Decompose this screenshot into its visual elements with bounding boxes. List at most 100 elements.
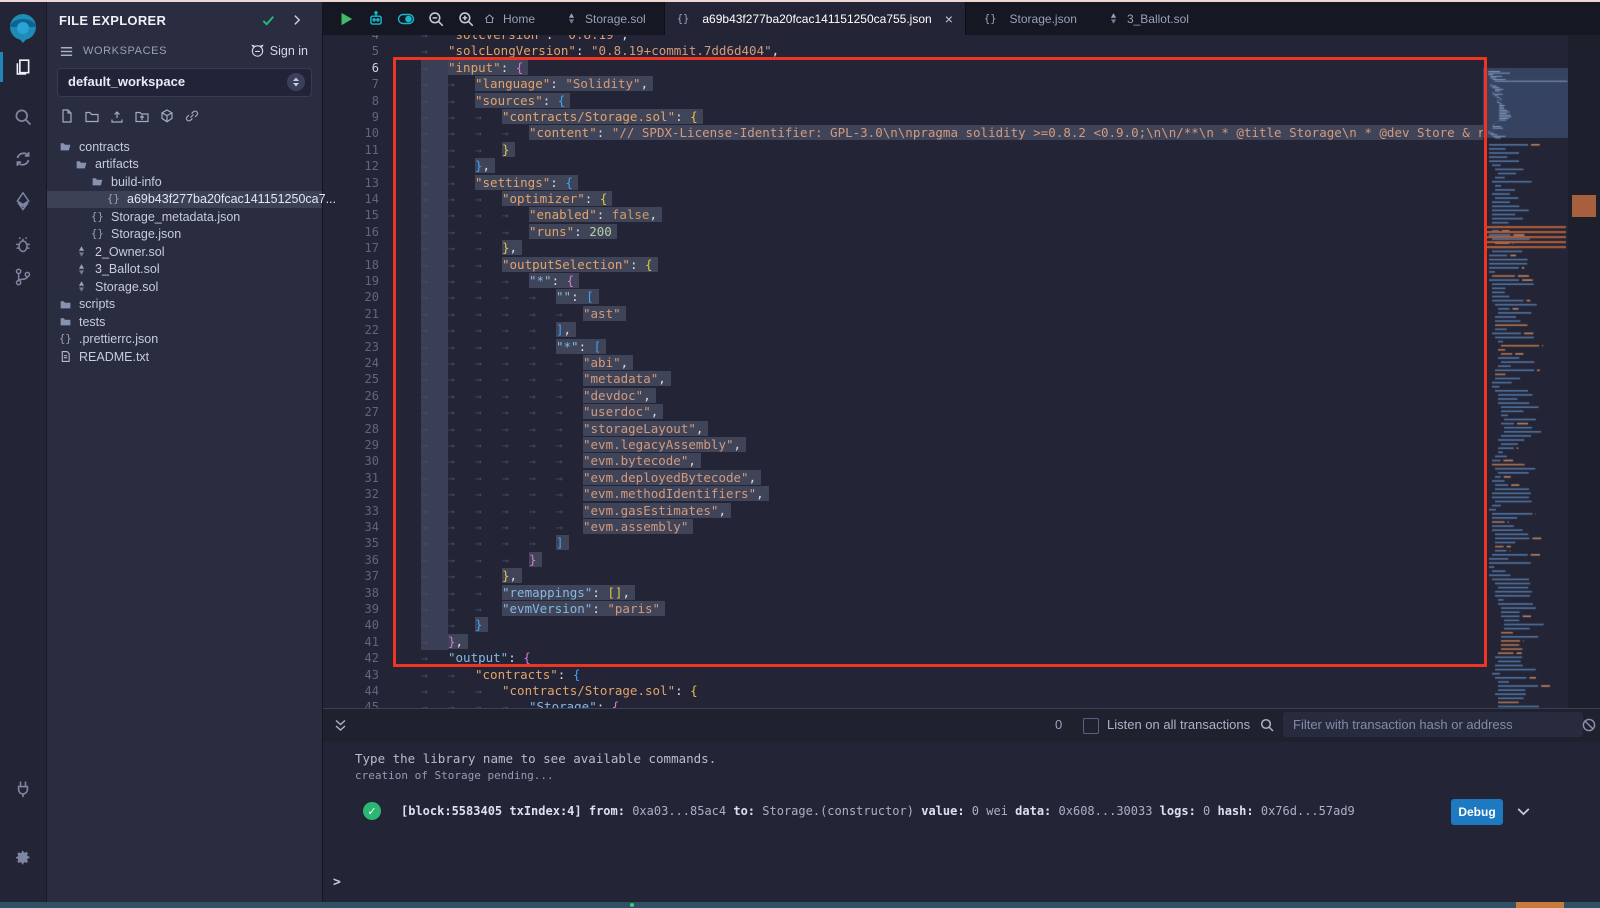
listen-all-transactions-checkbox[interactable] — [1083, 718, 1099, 734]
tab-whitespace-arrow: → — [529, 356, 556, 372]
tx-summary-text: [block:5583405 txIndex:4] from: 0xa03...… — [401, 804, 1355, 818]
tab-whitespace-arrow: → — [421, 372, 448, 388]
tree-item-tests[interactable]: tests — [47, 313, 322, 331]
tab-whitespace-arrow: → — [448, 126, 475, 142]
tab-whitespace-arrow: → — [421, 389, 448, 405]
code-line-9: 9→→→"contracts/Storage.sol": { — [323, 109, 1483, 125]
check-icon — [261, 13, 276, 28]
cube-icon[interactable] — [159, 108, 175, 124]
chevron-right-icon[interactable] — [290, 13, 304, 27]
code-line-5: 5 →"solcLongVersion": "0.8.19+commit.7dd6… — [323, 43, 1483, 59]
line-content: →→→"contracts/Storage.sol": { — [421, 683, 703, 700]
tree-item-3-ballot-sol[interactable]: 3_Ballot.sol — [47, 261, 322, 279]
sidebar-item-debugger[interactable] — [0, 228, 46, 262]
terminal-search-icon[interactable] — [1259, 717, 1275, 733]
minimap-slider[interactable] — [1483, 68, 1568, 138]
zoom-out-icon[interactable] — [427, 10, 445, 28]
tab-whitespace-arrow: → — [448, 536, 475, 552]
run-script-icon[interactable] — [337, 10, 355, 28]
tab-whitespace-arrow: → — [556, 389, 583, 405]
line-content: →→→"contracts/Storage.sol": { — [421, 109, 703, 126]
code-line-35: 35→→→→→] — [323, 535, 1483, 551]
tree-item--prettierrc-json[interactable]: {}.prettierrc.json — [47, 331, 322, 349]
line-number: 5 — [323, 43, 379, 59]
sidebar-item-solidity-compiler[interactable] — [0, 142, 46, 176]
sidebar-item-git[interactable] — [0, 260, 46, 294]
tab-whitespace-arrow: → — [421, 290, 448, 306]
workspace-switch-icon[interactable] — [287, 73, 305, 91]
tab-close-icon[interactable]: × — [945, 12, 953, 26]
ai-toggle-switch[interactable] — [397, 10, 415, 28]
tree-item-scripts[interactable]: scripts — [47, 296, 322, 314]
tree-item-storage-metadata-json[interactable]: {}Storage_metadata.json — [47, 208, 322, 226]
tab-storage-sol[interactable]: Storage.sol — [553, 2, 658, 35]
minimap-canvas — [1483, 68, 1568, 708]
tab-whitespace-arrow: → — [448, 94, 475, 110]
tree-item-storage-sol[interactable]: Storage.sol — [47, 278, 322, 296]
line-number: 24 — [323, 355, 379, 371]
transaction-filter-input[interactable] — [1283, 712, 1583, 737]
line-number: 20 — [323, 289, 379, 305]
line-content: →→→"remappings": [], — [421, 585, 635, 602]
line-content: →→→→→→"evm.bytecode", — [421, 453, 701, 470]
tx-expand-chevron-icon[interactable] — [1515, 803, 1532, 820]
tab-whitespace-arrow: → — [421, 553, 448, 569]
upload-file-icon[interactable] — [109, 108, 125, 124]
code-editor[interactable]: 4→"solcVersion": "0.8.19",5→"solcLongVer… — [323, 35, 1600, 708]
file-explorer-panel: FILE EXPLORER WORKSPACES Sign in default… — [47, 2, 322, 902]
line-content: →→"settings": { — [421, 175, 578, 192]
remix-logo-icon[interactable] — [4, 10, 42, 48]
tab-whitespace-arrow: → — [475, 438, 502, 454]
new-file-icon[interactable] — [59, 108, 75, 124]
code-line-16: 16→→→→"runs": 200 — [323, 224, 1483, 240]
line-number: 16 — [323, 224, 379, 240]
upload-folder-icon[interactable] — [134, 108, 150, 124]
debug-button[interactable]: Debug — [1451, 799, 1503, 825]
hamburger-menu-icon[interactable] — [59, 44, 74, 59]
sign-in-button[interactable]: Sign in — [250, 43, 308, 58]
line-content: →"solcLongVersion": "0.8.19+commit.7dd6d… — [421, 43, 784, 60]
sidebar-item-search[interactable] — [0, 100, 46, 134]
tab-whitespace-arrow: → — [556, 356, 583, 372]
line-content: →→"language": "Solidity", — [421, 76, 653, 93]
tree-item-readme-txt[interactable]: README.txt — [47, 348, 322, 366]
tree-item-contracts[interactable]: contracts — [47, 138, 322, 156]
terminal-prompt[interactable]: > — [333, 875, 341, 890]
tab-whitespace-arrow: → — [448, 258, 475, 274]
sidebar-item-settings[interactable] — [0, 842, 46, 876]
tab-home[interactable]: Home — [471, 2, 547, 35]
new-folder-icon[interactable] — [84, 108, 100, 124]
tab-whitespace-arrow: → — [556, 487, 583, 503]
sidebar-item-plugin-manager[interactable] — [0, 772, 46, 806]
tab-whitespace-arrow: → — [475, 225, 502, 241]
tree-item-2-owner-sol[interactable]: 2_Owner.sol — [47, 243, 322, 261]
tree-item-a69b43f277ba20fcac141151250ca7-[interactable]: {}a69b43f277ba20fcac141151250ca7... — [47, 191, 322, 209]
clear-console-ban-icon[interactable] — [1581, 717, 1597, 733]
tab-whitespace-arrow: → — [475, 389, 502, 405]
tab-whitespace-arrow: → — [475, 290, 502, 306]
sidebar-item-file-explorer[interactable] — [0, 50, 46, 84]
overview-ruler[interactable] — [1568, 35, 1600, 708]
link-icon[interactable] — [184, 108, 200, 124]
tab-label: a69b43f277ba20fcac141151250ca755.json — [702, 12, 931, 26]
tree-item-artifacts[interactable]: artifacts — [47, 156, 322, 174]
tab-storage-json[interactable]: {}Storage.json — [972, 2, 1089, 35]
tab-3-ballot-sol[interactable]: 3_Ballot.sol — [1095, 2, 1201, 35]
sidebar-item-deploy-run[interactable] — [0, 184, 46, 218]
transaction-row[interactable]: ✓ [block:5583405 txIndex:4] from: 0xa03.… — [363, 799, 1560, 825]
tab-whitespace-arrow: → — [448, 454, 475, 470]
ai-copilot-robot-icon[interactable] — [367, 10, 385, 28]
tab-whitespace-arrow: → — [421, 684, 448, 700]
tab-whitespace-arrow: → — [421, 438, 448, 454]
tree-item-storage-json[interactable]: {}Storage.json — [47, 226, 322, 244]
minimap[interactable] — [1483, 68, 1568, 708]
tab-a69b43f277ba20fcac141151250ca755-json[interactable]: {}a69b43f277ba20fcac141151250ca755.json× — [664, 2, 966, 35]
line-content: →→→→→→"abi", — [421, 355, 633, 372]
tree-item-label: Storage_metadata.json — [111, 210, 240, 224]
tab-whitespace-arrow: → — [475, 241, 502, 257]
solidity-icon — [565, 12, 578, 25]
tree-item-build-info[interactable]: build-info — [47, 173, 322, 191]
double-chevron-down-icon[interactable] — [333, 718, 348, 733]
tab-whitespace-arrow: → — [448, 684, 475, 700]
workspace-select[interactable]: default_workspace — [57, 68, 312, 97]
